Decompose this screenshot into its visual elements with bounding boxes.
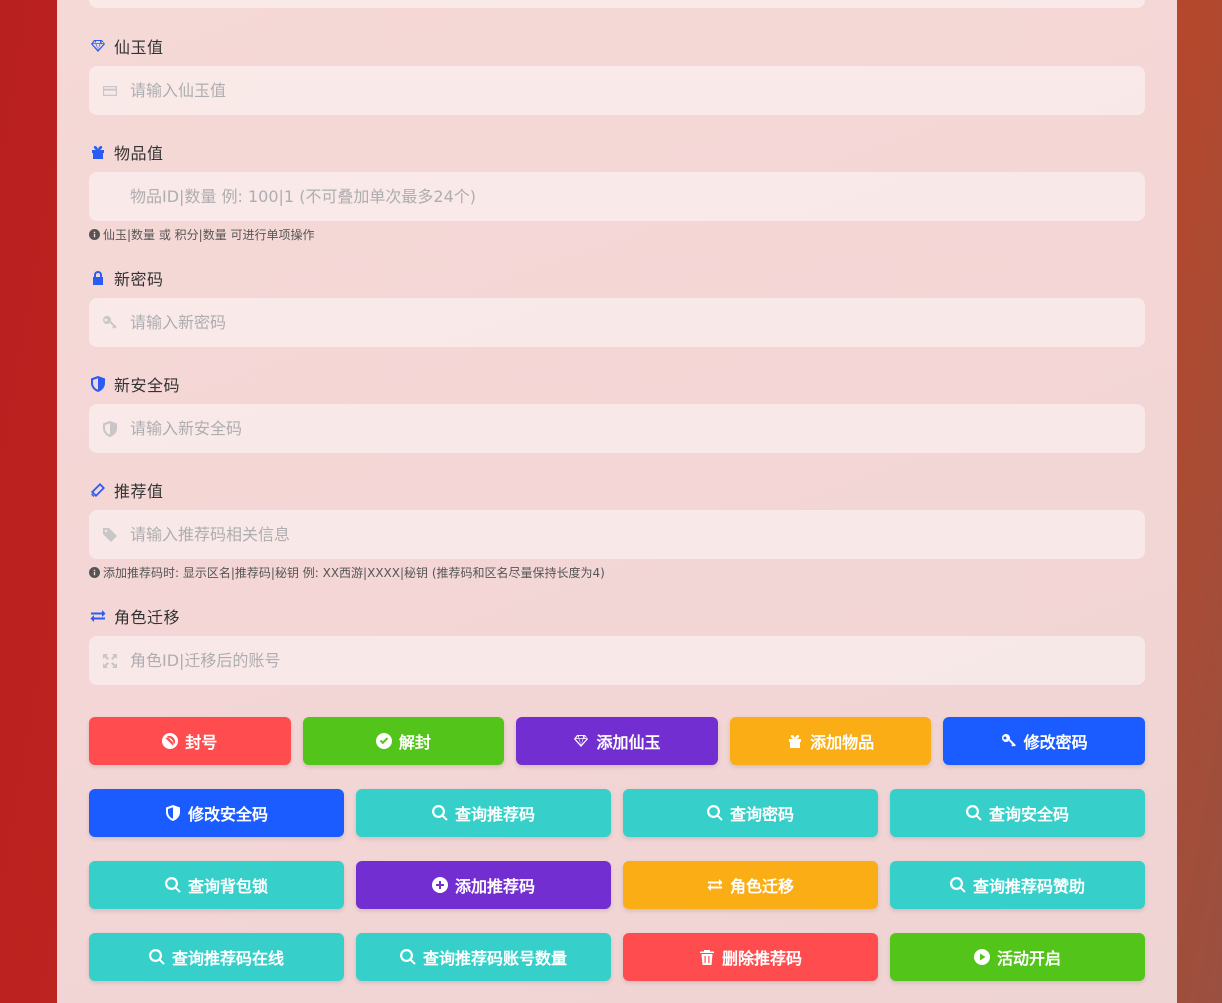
xianyu-input-wrap	[89, 66, 1145, 115]
change-security-code-button[interactable]: 修改安全码	[89, 789, 344, 837]
new-security-code-input-wrap	[89, 404, 1145, 453]
shield-icon	[89, 375, 107, 393]
button-label: 活动开启	[996, 949, 1061, 968]
button-label: 查询推荐码账号数量	[422, 949, 567, 968]
play-circle-icon	[973, 949, 990, 965]
add-item-button[interactable]: 添加物品	[729, 717, 932, 765]
field-label: 推荐值	[89, 479, 1145, 501]
field-label: 新密码	[89, 267, 1145, 289]
gift-icon	[89, 143, 107, 161]
item-input-wrap	[89, 172, 1145, 221]
field-new-security-code: 新安全码	[89, 373, 1145, 453]
ban-icon	[162, 733, 179, 749]
hint-text: 仙玉|数量 或 积分|数量 可进行单项操作	[103, 228, 315, 242]
query-referral-sponsor-button[interactable]: 查询推荐码赞助	[890, 861, 1145, 909]
query-referral-account-count-button[interactable]: 查询推荐码账号数量	[356, 933, 611, 981]
referral-input-wrap	[89, 510, 1145, 559]
previous-input-edge[interactable]	[89, 0, 1145, 8]
action-row-3: 查询背包锁 添加推荐码 角色迁移 查询推荐码赞助	[89, 861, 1145, 909]
field-label-text: 物品值	[114, 144, 164, 163]
role-migration-input-wrap	[89, 636, 1145, 685]
check-circle-icon	[375, 733, 392, 749]
exchange-icon	[89, 607, 107, 625]
search-icon	[165, 877, 181, 893]
new-password-input[interactable]	[89, 298, 1145, 347]
gem-icon	[89, 37, 107, 55]
ticket-icon	[89, 481, 107, 499]
new-password-input-wrap	[89, 298, 1145, 347]
action-row-2: 修改安全码 查询推荐码 查询密码 查询安全码	[89, 789, 1145, 837]
search-icon	[966, 805, 982, 821]
gem-icon	[573, 733, 589, 749]
field-label-text: 新安全码	[114, 376, 181, 395]
info-circle-icon	[89, 229, 100, 240]
action-row-4: 查询推荐码在线 查询推荐码账号数量 删除推荐码 活动开启	[89, 933, 1145, 981]
search-icon	[707, 805, 723, 821]
button-label: 查询密码	[729, 805, 794, 824]
button-label: 查询推荐码	[454, 805, 535, 824]
lock-icon	[89, 269, 107, 287]
activity-start-button[interactable]: 活动开启	[890, 933, 1145, 981]
button-label: 角色迁移	[729, 877, 794, 896]
add-xianyu-button[interactable]: 添加仙玉	[516, 717, 718, 765]
button-label: 添加物品	[810, 733, 875, 752]
delete-referral-button[interactable]: 删除推荐码	[623, 933, 878, 981]
field-label-text: 推荐值	[114, 482, 164, 501]
button-label: 查询推荐码在线	[171, 949, 284, 968]
field-new-password: 新密码	[89, 267, 1145, 347]
role-migration-button[interactable]: 角色迁移	[623, 861, 878, 909]
field-label-text: 新密码	[114, 270, 164, 289]
query-referral-button[interactable]: 查询推荐码	[356, 789, 611, 837]
button-label: 修改密码	[1023, 733, 1088, 752]
item-hint: 仙玉|数量 或 积分|数量 可进行单项操作	[89, 226, 1145, 243]
button-label: 修改安全码	[187, 805, 268, 824]
field-label-text: 仙玉值	[114, 38, 164, 57]
unban-button[interactable]: 解封	[302, 717, 505, 765]
query-password-button[interactable]: 查询密码	[623, 789, 878, 837]
button-label: 查询背包锁	[187, 877, 268, 896]
button-label: 添加仙玉	[596, 733, 661, 752]
field-label-text: 角色迁移	[114, 608, 181, 627]
trash-icon	[699, 949, 715, 965]
xianyu-input[interactable]	[89, 66, 1145, 115]
button-label: 添加推荐码	[454, 877, 535, 896]
field-label: 仙玉值	[89, 35, 1145, 57]
key-icon	[1001, 733, 1017, 749]
item-input[interactable]	[89, 172, 1145, 221]
query-security-code-button[interactable]: 查询安全码	[890, 789, 1145, 837]
field-role-migration: 角色迁移	[89, 605, 1145, 685]
gift-icon	[787, 733, 803, 749]
button-label: 删除推荐码	[721, 949, 802, 968]
query-bag-lock-button[interactable]: 查询背包锁	[89, 861, 344, 909]
shield-icon	[165, 805, 181, 821]
button-label: 封号	[185, 733, 218, 752]
button-label: 查询安全码	[988, 805, 1069, 824]
field-label: 新安全码	[89, 373, 1145, 395]
field-referral: 推荐值 添加推荐码时: 显示区名|推荐码|秘钥 例: XX西游|XXXX|秘钥 …	[89, 479, 1145, 581]
exchange-icon	[707, 877, 723, 893]
referral-hint: 添加推荐码时: 显示区名|推荐码|秘钥 例: XX西游|XXXX|秘钥 (推荐码…	[89, 564, 1145, 581]
field-label: 角色迁移	[89, 605, 1145, 627]
field-xianyu: 仙玉值	[89, 35, 1145, 115]
change-password-button[interactable]: 修改密码	[943, 717, 1145, 765]
field-label: 物品值	[89, 141, 1145, 163]
query-referral-online-button[interactable]: 查询推荐码在线	[89, 933, 344, 981]
add-referral-button[interactable]: 添加推荐码	[356, 861, 611, 909]
ban-button[interactable]: 封号	[89, 717, 291, 765]
info-circle-icon	[89, 567, 100, 578]
action-row-1: 封号 解封 添加仙玉 添加物品 修改密码	[89, 717, 1145, 765]
search-icon	[432, 805, 448, 821]
search-icon	[149, 949, 165, 965]
search-icon	[400, 949, 416, 965]
search-icon	[950, 877, 966, 893]
plus-circle-icon	[431, 877, 448, 893]
admin-form-panel: 仙玉值 物品值 仙玉|数量 或 积分|数量 可进行单项操作	[57, 0, 1177, 1003]
hint-text: 添加推荐码时: 显示区名|推荐码|秘钥 例: XX西游|XXXX|秘钥 (推荐码…	[103, 566, 605, 580]
button-label: 解封	[398, 733, 431, 752]
referral-input[interactable]	[89, 510, 1145, 559]
field-item: 物品值 仙玉|数量 或 积分|数量 可进行单项操作	[89, 141, 1145, 243]
role-migration-input[interactable]	[89, 636, 1145, 685]
button-label: 查询推荐码赞助	[972, 877, 1085, 896]
new-security-code-input[interactable]	[89, 404, 1145, 453]
